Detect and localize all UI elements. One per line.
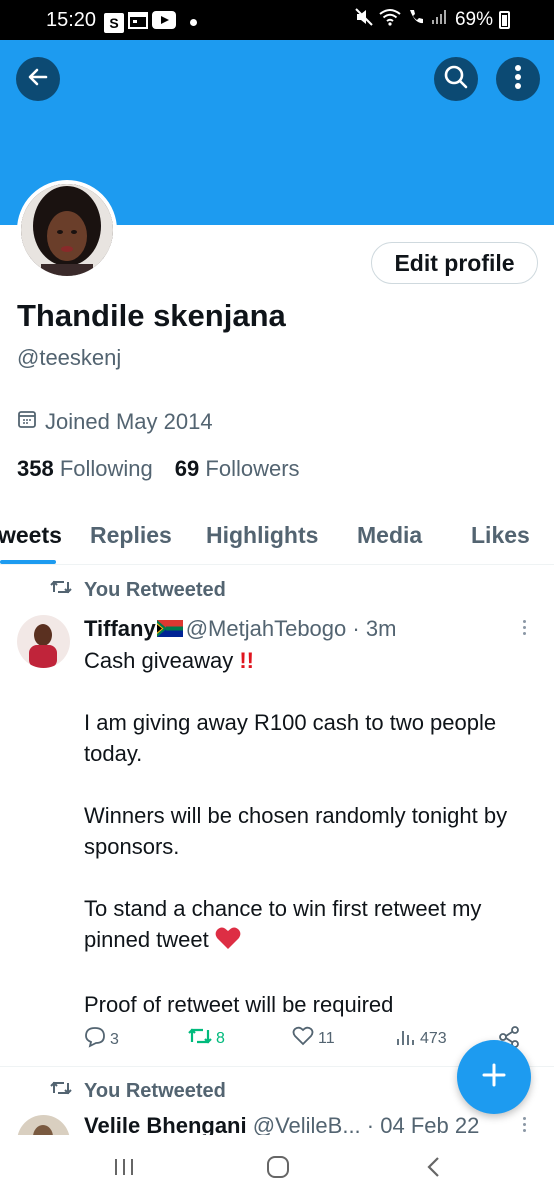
tweet-author-handle[interactable]: @MetjahTebogo xyxy=(186,616,347,641)
wifi-icon xyxy=(379,8,401,32)
active-tab-indicator xyxy=(0,560,56,564)
retweet-icon xyxy=(50,1079,72,1103)
views-count: 473 xyxy=(420,1029,447,1047)
tweet-header: Velile Bhengani @VelileB... · 04 Feb 22 xyxy=(84,1113,479,1135)
edit-profile-button[interactable]: Edit profile xyxy=(371,242,538,284)
calendar-notif-icon xyxy=(128,10,148,35)
tweet-line: Winners will be chosen randomly tonight … xyxy=(84,803,508,859)
tweet-author-avatar[interactable] xyxy=(17,1115,70,1135)
notification-icons: S xyxy=(104,10,197,35)
tweet-more-icon[interactable] xyxy=(523,620,526,635)
joined-text: Joined May 2014 xyxy=(45,409,213,434)
retweet-label: You Retweeted xyxy=(84,1079,226,1102)
joined-date: Joined May 2014 xyxy=(17,409,213,435)
back-nav-button[interactable] xyxy=(422,1155,446,1184)
tweet-text: Cash giveaway !! I am giving away R100 c… xyxy=(84,645,534,1020)
notification-dot xyxy=(190,19,197,26)
views-button[interactable]: 473 xyxy=(396,1026,447,1051)
chevron-left-icon xyxy=(422,1157,446,1183)
recent-apps-icon xyxy=(112,1159,136,1183)
signal-icon xyxy=(431,8,449,32)
tweet-line: To stand a chance to win first retweet m… xyxy=(84,896,482,952)
red-heart-icon xyxy=(215,926,241,958)
tweet-author-avatar[interactable] xyxy=(17,615,70,668)
compose-tweet-button[interactable] xyxy=(457,1040,531,1114)
tweet-actions: 3 8 11 473 xyxy=(84,1026,534,1052)
following-count: 358 xyxy=(17,456,54,481)
like-button[interactable]: 11 xyxy=(292,1026,335,1051)
home-button[interactable] xyxy=(266,1155,290,1184)
retweet-context: You Retweeted xyxy=(50,1079,226,1103)
like-icon xyxy=(292,1026,314,1051)
reply-button[interactable]: 3 xyxy=(84,1026,119,1053)
tab-highlights[interactable]: Highlights xyxy=(206,522,318,549)
tweet-2-clip: Velile Bhengani @VelileB... · 04 Feb 22 xyxy=(0,1105,554,1135)
plus-icon xyxy=(481,1062,507,1093)
reply-count: 3 xyxy=(110,1030,119,1048)
profile-tabs: weets Replies Highlights Media Likes xyxy=(0,505,554,565)
tweet-author-handle[interactable]: @VelileB... xyxy=(253,1113,361,1135)
tweet-line: I am giving away R100 cash to two people… xyxy=(84,710,497,766)
followers-label: Followers xyxy=(205,456,300,481)
retweet-context: You Retweeted xyxy=(50,578,226,602)
battery-level: 69% xyxy=(454,9,493,30)
follow-stats: 358 Following 69 Followers xyxy=(17,456,300,482)
recent-apps-button[interactable] xyxy=(112,1155,136,1184)
like-count: 11 xyxy=(318,1029,335,1047)
followers-count: 69 xyxy=(174,456,200,481)
tweet-more-icon[interactable] xyxy=(523,1117,526,1132)
tweet-author-name[interactable]: Velile Bhengani xyxy=(84,1113,247,1135)
retweet-label: You Retweeted xyxy=(84,578,226,601)
system-icons: 69% xyxy=(355,8,510,32)
reply-icon xyxy=(84,1026,106,1053)
back-button[interactable] xyxy=(16,57,60,101)
calendar-icon xyxy=(17,409,37,435)
more-vertical-icon xyxy=(514,64,522,95)
tweet-line: Cash giveaway xyxy=(84,648,234,673)
search-icon xyxy=(443,64,469,95)
south-africa-flag-icon xyxy=(156,617,183,643)
following-label: Following xyxy=(59,456,153,481)
tab-media[interactable]: Media xyxy=(357,522,422,549)
following-link[interactable]: 358 Following xyxy=(17,456,153,482)
profile-handle: @teeskenj xyxy=(17,345,122,370)
status-time: 15:20 xyxy=(46,9,97,31)
mute-icon xyxy=(355,8,373,32)
tweet-time: · 3m xyxy=(352,616,397,641)
double-exclamation-icon: !! xyxy=(239,648,254,673)
retweet-icon xyxy=(50,578,72,602)
retweet-icon xyxy=(188,1026,212,1051)
youtube-notif-icon xyxy=(152,11,176,34)
tweet-time: · 04 Feb 22 xyxy=(366,1113,480,1135)
tweet-line: Proof of retweet will be required xyxy=(84,992,394,1017)
retweet-count: 8 xyxy=(216,1029,225,1047)
followers-link[interactable]: 69 Followers xyxy=(175,456,300,482)
profile-avatar[interactable] xyxy=(17,180,117,280)
battery-icon xyxy=(499,11,510,29)
tab-likes[interactable]: Likes xyxy=(471,522,530,549)
retweet-button[interactable]: 8 xyxy=(188,1026,225,1051)
tab-tweets[interactable]: weets xyxy=(0,522,62,549)
status-bar: 15:20 S 69% xyxy=(0,0,554,40)
more-options-button[interactable] xyxy=(496,57,540,101)
system-navigation-bar xyxy=(0,1135,554,1200)
wifi-call-icon xyxy=(407,8,425,32)
back-arrow-icon xyxy=(26,65,50,94)
tweet-header: Tiffany @MetjahTebogo · 3m xyxy=(84,616,396,643)
tab-replies[interactable]: Replies xyxy=(90,522,172,549)
home-icon xyxy=(266,1156,290,1183)
views-icon xyxy=(396,1026,416,1051)
profile-name: Thandile skenjana xyxy=(17,298,286,333)
s-app-icon: S xyxy=(104,12,124,33)
search-button[interactable] xyxy=(434,57,478,101)
tweet-author-name[interactable]: Tiffany xyxy=(84,616,156,641)
